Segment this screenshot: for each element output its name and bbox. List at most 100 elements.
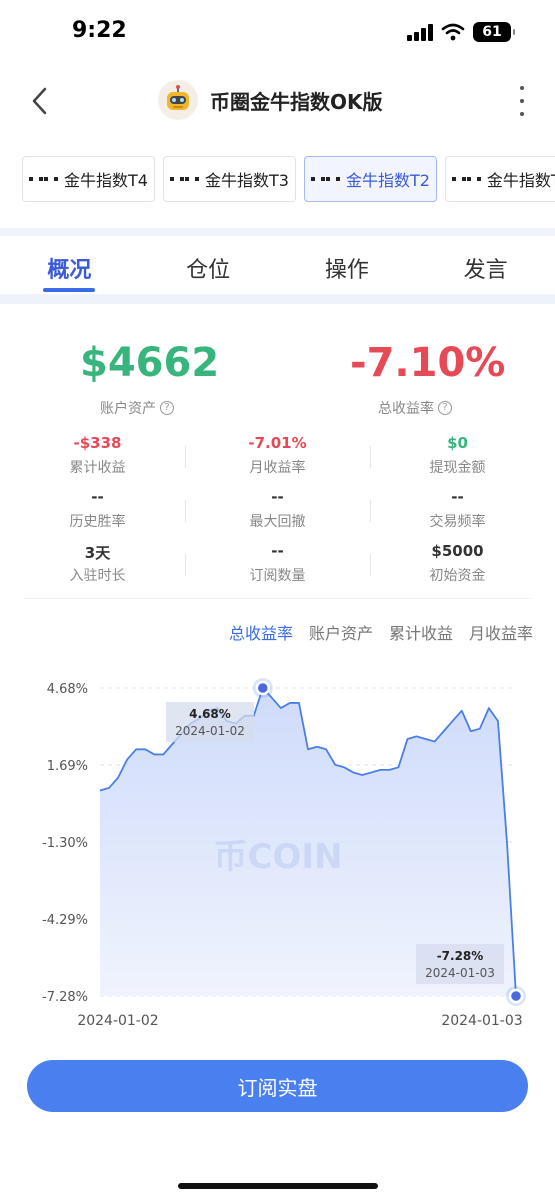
account-assets-value: $4662 [80, 340, 220, 386]
stat-value: -- [451, 488, 464, 506]
stat-max-drawdown: -- 最大回撤 [185, 488, 370, 531]
stat-value: -- [271, 542, 284, 560]
section-tabs: 概况 仓位 操作 发言 [0, 238, 555, 294]
index-tab-label: 金牛指数T4 [64, 171, 148, 190]
stat-label: 提现金额 [429, 460, 486, 476]
y-tick-label: -7.28% [42, 990, 88, 1005]
chart-tabs: 总收益率 账户资产 累计收益 月收益率 [229, 620, 533, 644]
stat-trade-frequency: -- 交易频率 [365, 488, 550, 531]
stat-subscriptions: -- 订阅数量 [185, 542, 370, 585]
chart-tab-account-assets[interactable]: 账户资产 [309, 620, 373, 644]
y-tick-label: -1.30% [42, 836, 88, 851]
divider-band [0, 294, 555, 304]
battery-icon: 61 [473, 22, 515, 42]
index-tab-t1[interactable]: 金牛指数T1 [444, 156, 555, 202]
tab-label: 操作 [324, 258, 369, 283]
okx-logo-icon [310, 177, 340, 181]
help-icon[interactable]: ? [160, 401, 174, 415]
divider [185, 500, 186, 522]
y-tick-label: -4.29% [42, 913, 88, 928]
y-tick-label: 4.68% [47, 682, 88, 697]
okx-logo-icon [169, 177, 199, 181]
total-return-value: -7.10% [350, 340, 506, 386]
stat-value: -7.01% [248, 434, 307, 452]
stat-value: $5000 [431, 542, 484, 560]
wifi-icon [441, 23, 465, 41]
divider [24, 598, 531, 599]
stat-label: 历史胜率 [69, 514, 126, 530]
account-assets-label: 账户资产 ? [100, 398, 174, 418]
stat-label: 月收益率 [249, 460, 306, 476]
divider [370, 446, 371, 468]
chart-tab-total-return[interactable]: 总收益率 [229, 620, 293, 644]
index-tab-label: 金牛指数T3 [204, 171, 289, 190]
annotation-date: 2024-01-02 [175, 724, 245, 738]
stat-label: 最大回撤 [249, 514, 306, 530]
annotation-value: -7.28% [437, 949, 484, 963]
stat-value: -- [91, 488, 104, 506]
help-icon[interactable]: ? [438, 401, 452, 415]
stat-win-rate: -- 历史胜率 [5, 488, 190, 531]
stat-withdrawal: $0 提现金额 [365, 434, 550, 477]
tab-positions[interactable]: 仓位 [139, 238, 278, 294]
index-tab-t4[interactable]: 金牛指数T4 [22, 156, 155, 202]
index-tabs: 金牛指数T4 金牛指数T3 金牛指数T2 金牛指数T1 [22, 156, 555, 202]
index-tab-label: 金牛指数T1 [486, 171, 555, 190]
tab-label: 发言 [463, 258, 508, 283]
divider-band [0, 228, 555, 236]
total-return-label: 总收益率 ? [378, 398, 452, 418]
divider [185, 554, 186, 576]
watermark: 币COIN [214, 837, 343, 877]
tab-overview[interactable]: 概况 [0, 238, 139, 294]
nav-bar: 币圈金牛指数OK版 [0, 72, 555, 130]
subscribe-button[interactable]: 订阅实盘 [27, 1060, 528, 1112]
annotation-value: 4.68% [189, 707, 231, 721]
cellular-signal-icon [407, 23, 433, 41]
more-icon[interactable] [517, 86, 527, 116]
x-tick-label: 2024-01-03 [441, 1013, 522, 1029]
page-title: 币圈金牛指数OK版 [210, 89, 383, 114]
divider [370, 500, 371, 522]
stat-initial-capital: $5000 初始资金 [365, 542, 550, 585]
min-point [508, 988, 524, 1004]
stat-value: $0 [447, 434, 468, 452]
x-tick-label: 2024-01-02 [77, 1013, 158, 1029]
stat-cumulative-profit: -$338 累计收益 [5, 434, 190, 477]
index-tab-t2[interactable]: 金牛指数T2 [303, 156, 437, 202]
divider [185, 446, 186, 468]
tab-label: 概况 [47, 258, 92, 283]
chart-tab-cumulative-profit[interactable]: 累计收益 [389, 620, 453, 644]
back-icon[interactable] [26, 86, 56, 116]
y-tick-label: 1.69% [47, 759, 88, 774]
active-tab-indicator [43, 288, 96, 292]
stat-value: -- [271, 488, 284, 506]
return-chart: 4.68% 1.69% -1.30% -4.29% -7.28% 币COIN 4.68% 20… [42, 678, 526, 1029]
index-tab-t3[interactable]: 金牛指数T3 [162, 156, 296, 202]
chart-tab-monthly-return[interactable]: 月收益率 [469, 620, 533, 644]
status-bar: 9:22 61 [0, 0, 555, 62]
account-assets-label-text: 账户资产 [100, 401, 156, 417]
home-indicator [178, 1183, 378, 1189]
page: 9:22 61 币圈金牛指数OK版 金牛指数T4 金牛指数T3 金牛指数T2 金… [0, 0, 555, 1200]
nav-header: 币圈金牛指数OK版 [158, 80, 383, 120]
stat-monthly-return: -7.01% 月收益率 [185, 434, 370, 477]
stat-value: 3天 [84, 544, 111, 562]
okx-logo-icon [451, 177, 481, 181]
tab-label: 仓位 [186, 258, 231, 283]
annotation-date: 2024-01-03 [425, 966, 495, 980]
tab-posts[interactable]: 发言 [416, 238, 555, 294]
tab-operations[interactable]: 操作 [278, 238, 417, 294]
status-time: 9:22 [72, 18, 127, 43]
stat-label: 入驻时长 [69, 568, 126, 584]
stat-tenure: 3天 入驻时长 [5, 542, 190, 585]
index-tab-label: 金牛指数T2 [345, 171, 430, 190]
stat-value: -$338 [73, 434, 122, 452]
stat-label: 订阅数量 [249, 568, 306, 584]
stat-label: 累计收益 [69, 460, 126, 476]
status-icons: 61 [407, 22, 515, 42]
stat-label: 交易频率 [429, 514, 486, 530]
max-point [255, 680, 271, 696]
stat-label: 初始资金 [429, 568, 486, 584]
robot-avatar-icon [158, 80, 198, 120]
total-return-label-text: 总收益率 [378, 401, 434, 417]
